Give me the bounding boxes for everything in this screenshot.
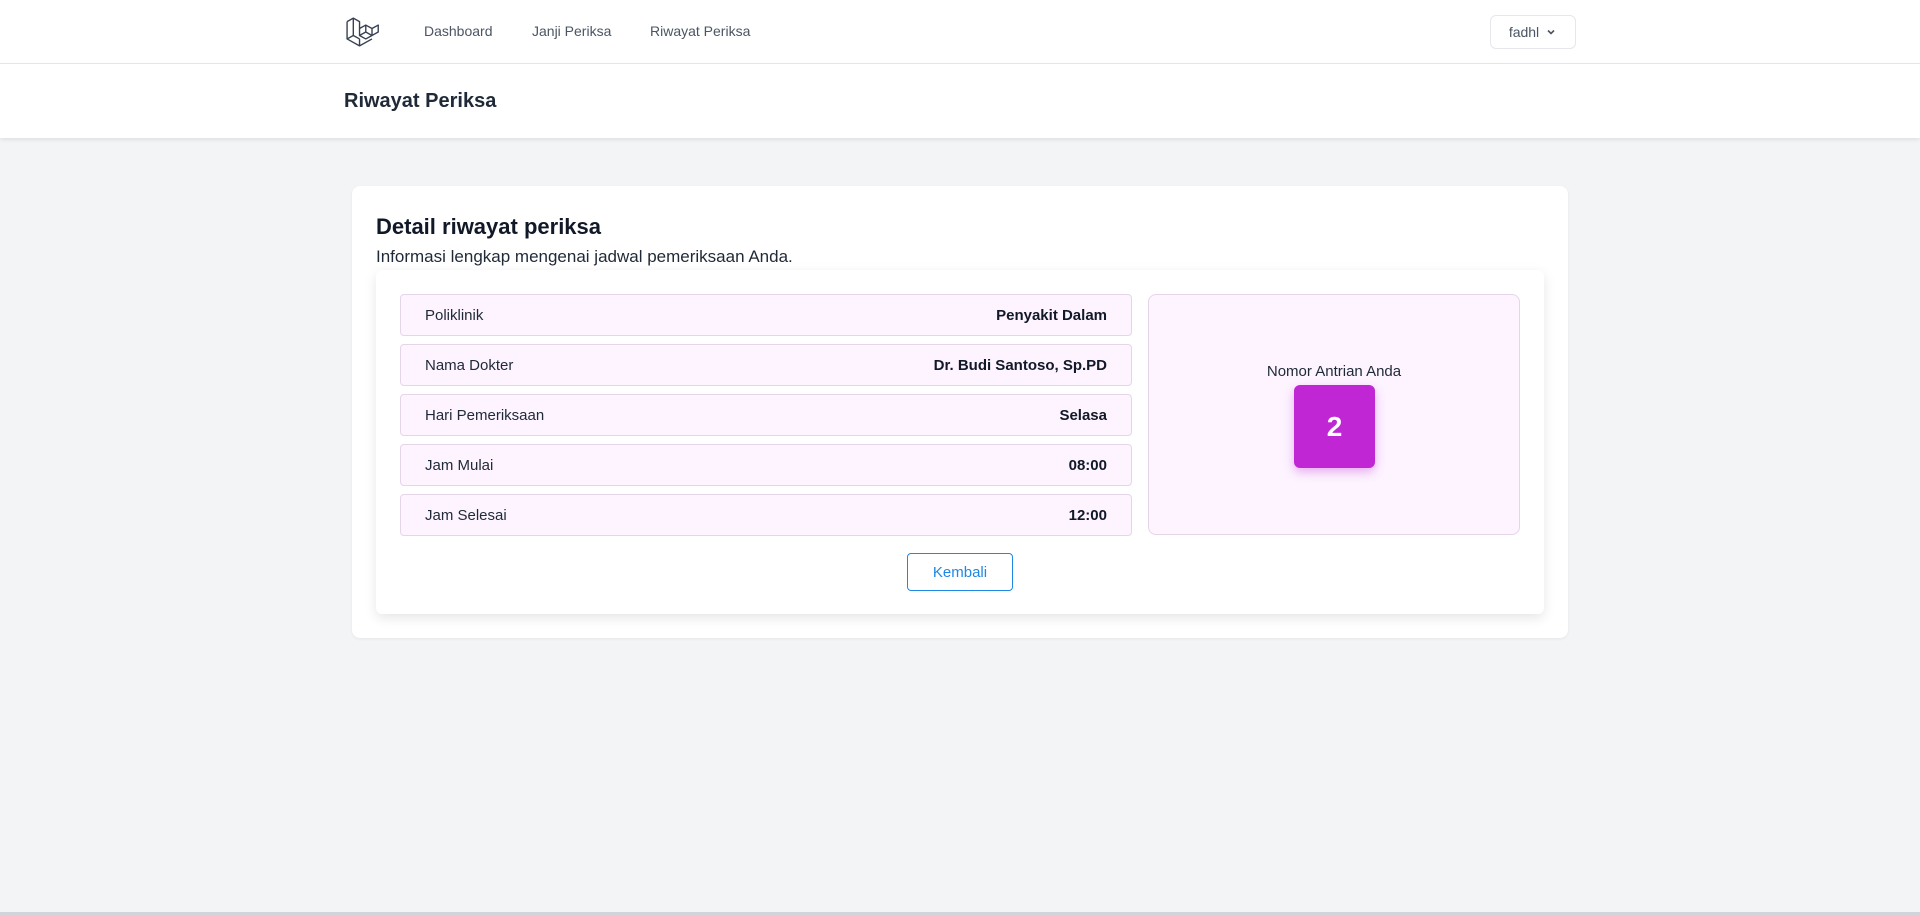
user-menu-button[interactable]: fadhl: [1490, 15, 1576, 49]
laravel-logo-icon[interactable]: [345, 14, 381, 50]
info-row-jam-mulai: Jam Mulai 08:00: [400, 444, 1132, 486]
queue-number-box: Nomor Antrian Anda 2: [1148, 294, 1520, 535]
card-title: Detail riwayat periksa: [376, 214, 602, 239]
info-row-jam-selesai: Jam Selesai 12:00: [400, 494, 1132, 536]
info-row-hari-pemeriksaan: Hari Pemeriksaan Selasa: [400, 394, 1132, 436]
top-navigation: Dashboard Janji Periksa Riwayat Periksa …: [0, 0, 1920, 64]
page-header: Riwayat Periksa: [0, 64, 1920, 138]
queue-label: Nomor Antrian Anda: [1266, 363, 1402, 380]
info-label: Poliklinik: [425, 307, 484, 324]
user-name: fadhl: [1508, 24, 1540, 40]
info-value: Dr. Budi Santoso, Sp.PD: [933, 357, 1107, 374]
info-value: Selasa: [1059, 407, 1107, 424]
detail-panel: Poliklinik Penyakit Dalam Nama Dokter Dr…: [376, 270, 1544, 614]
bottom-divider: [0, 912, 1920, 916]
page-title: Riwayat Periksa: [344, 90, 497, 112]
info-label: Jam Mulai: [425, 457, 494, 474]
chevron-down-icon: [1547, 29, 1555, 35]
nav-link-janji-periksa[interactable]: Janji Periksa: [532, 23, 611, 39]
back-button[interactable]: Kembali: [907, 553, 1013, 591]
info-value: 12:00: [1068, 507, 1107, 524]
info-value: 08:00: [1068, 457, 1107, 474]
card-subtitle: Informasi lengkap mengenai jadwal pemeri…: [376, 247, 793, 266]
info-label: Hari Pemeriksaan: [425, 407, 545, 424]
info-value: Penyakit Dalam: [996, 307, 1107, 324]
nav-link-dashboard[interactable]: Dashboard: [424, 23, 493, 39]
queue-number: 2: [1294, 385, 1375, 468]
info-row-nama-dokter: Nama Dokter Dr. Budi Santoso, Sp.PD: [400, 344, 1132, 386]
detail-card: Detail riwayat periksa Informasi lengkap…: [352, 186, 1568, 638]
nav-link-riwayat-periksa[interactable]: Riwayat Periksa: [650, 23, 750, 39]
info-row-poliklinik: Poliklinik Penyakit Dalam: [400, 294, 1132, 336]
info-label: Nama Dokter: [425, 357, 514, 374]
info-label: Jam Selesai: [425, 507, 507, 524]
